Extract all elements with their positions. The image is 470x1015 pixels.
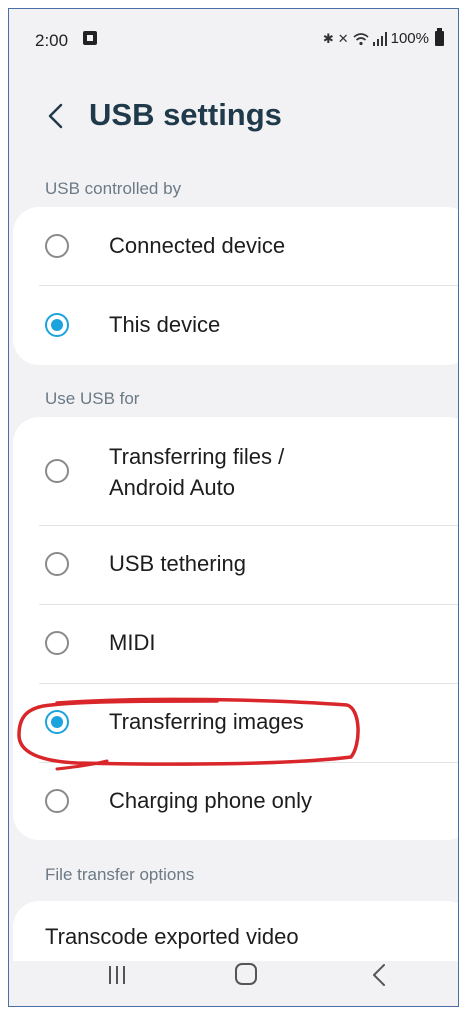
image-icon [83,31,97,45]
radio-this-device[interactable] [45,313,69,337]
radio-transferring-files[interactable] [45,459,69,483]
radio-midi[interactable] [45,631,69,655]
option-charging-phone-only[interactable]: Charging phone only [13,763,458,840]
option-label-line2: Android Auto [109,475,235,500]
section-label-usb-controlled-by: USB controlled by [45,179,182,198]
header: USB settings [9,79,458,149]
option-label: MIDI [109,630,156,655]
navigation-bar [9,946,458,1006]
radio-transferring-images[interactable] [45,710,69,734]
option-this-device[interactable]: This device [13,286,458,365]
recent-apps-icon[interactable] [107,964,127,986]
phone-screen: 2:00 ✱ ✕ 100% USB settings USB controlle… [8,8,459,1007]
signal-icon [372,31,387,46]
option-label: Connected device [109,233,286,258]
radio-connected-device[interactable] [45,234,69,258]
radio-usb-tethering[interactable] [45,552,69,576]
page-title: USB settings [89,97,282,132]
option-transferring-images[interactable]: Transferring images [13,684,458,762]
battery-text: 100% [390,30,429,47]
status-time: 2:00 [35,31,69,50]
mute-icon: ✕ [337,30,349,46]
section-label-use-usb-for: Use USB for [45,389,140,408]
option-connected-device[interactable]: Connected device [13,207,458,285]
status-icons: ✱ ✕ 100% [322,28,444,47]
option-usb-tethering[interactable]: USB tethering [13,526,458,604]
status-bar: 2:00 ✱ ✕ 100% [9,9,458,57]
home-icon[interactable] [235,963,257,985]
chevron-left-icon[interactable] [39,99,73,133]
option-label: Charging phone only [109,788,313,813]
option-label: USB tethering [109,551,246,576]
section-label-file-transfer-options: File transfer options [45,865,195,884]
use-usb-for-card: Transferring files / Android Auto USB te… [13,417,458,840]
radio-charging-phone-only[interactable] [45,789,69,813]
option-transferring-files[interactable]: Transferring files / Android Auto [13,417,458,525]
usb-controlled-by-card: Connected device This device [13,207,458,365]
option-label: Transferring files / [109,444,285,469]
option-label: This device [109,312,221,337]
option-label: Transferring images [109,709,304,734]
wifi-icon [353,32,369,45]
option-midi[interactable]: MIDI [13,605,458,683]
battery-icon [435,28,444,46]
back-icon[interactable] [371,962,387,988]
bluetooth-icon: ✱ [322,30,334,46]
